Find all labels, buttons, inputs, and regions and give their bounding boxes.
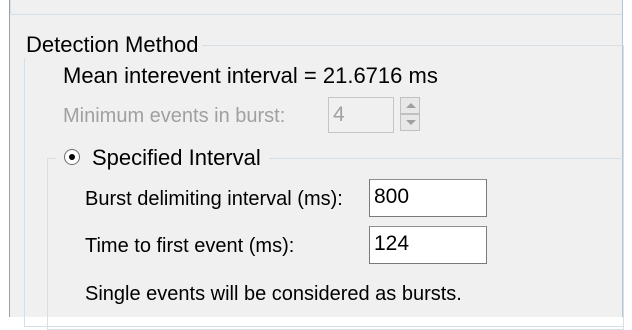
time-first-input[interactable]: 124: [369, 226, 487, 264]
window-left-border: [0, 0, 10, 317]
spin-down-button[interactable]: [400, 114, 420, 131]
specified-interval-label: Specified Interval: [92, 145, 261, 170]
arrow-down-icon: [406, 120, 416, 125]
min-events-input[interactable]: 4: [328, 97, 394, 133]
specified-interval-radio[interactable]: [64, 149, 80, 166]
time-first-label: Time to first event (ms):: [85, 235, 295, 257]
detection-method-legend: Detection Method: [22, 32, 203, 58]
arrow-up-icon: [406, 103, 416, 108]
specified-interval-legend[interactable]: Specified Interval: [56, 145, 269, 171]
spin-up-button[interactable]: [400, 97, 420, 114]
single-events-note: Single events will be considered as burs…: [85, 283, 462, 305]
burst-interval-input[interactable]: 800: [369, 179, 487, 217]
burst-interval-label: Burst delimiting interval (ms):: [85, 188, 343, 210]
min-events-label: Minimum events in burst:: [63, 105, 286, 127]
radio-selected-dot: [69, 154, 75, 161]
upper-group-box: [10, 0, 624, 15]
mean-interevent-text: Mean interevent interval = 21.6716 ms: [63, 63, 438, 88]
min-events-spinner[interactable]: [400, 97, 420, 131]
